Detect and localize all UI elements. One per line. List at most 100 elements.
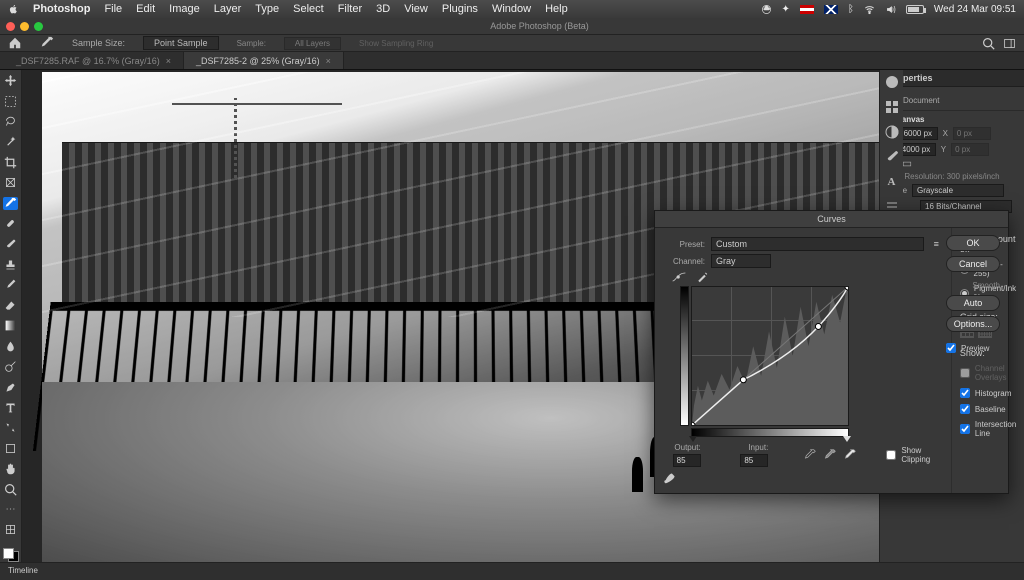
bluetooth-icon[interactable]: ᛒ [848,4,854,15]
curve-point-tool-icon[interactable] [671,271,687,283]
baseline-checkbox[interactable]: Baseline [960,404,1016,414]
black-point-slider[interactable] [689,436,697,442]
close-window-icon[interactable] [6,22,15,31]
menu-filter[interactable]: Filter [338,3,362,15]
history-brush-tool[interactable] [3,278,18,291]
brush-tool[interactable] [3,237,18,250]
close-icon[interactable]: × [166,56,171,66]
sample-size-select[interactable]: Point Sample [143,36,219,50]
glyph-panel-icon[interactable]: A [884,174,900,190]
height-input[interactable] [898,143,936,156]
timeline-panel[interactable]: Timeline [0,562,1024,580]
volume-icon[interactable] [885,4,896,15]
width-input[interactable] [900,127,938,140]
black-eyedropper-icon[interactable] [804,449,816,461]
input-gradient[interactable] [691,428,849,437]
zoom-tool[interactable] [3,482,18,495]
menu-edit[interactable]: Edit [136,3,155,15]
close-icon[interactable]: × [326,56,331,66]
color-panel-icon[interactable] [884,74,900,90]
curve-draw-tool-icon[interactable] [695,271,709,283]
document-row[interactable]: Document [887,95,1017,106]
gradient-tool[interactable] [3,319,18,332]
gray-eyedropper-icon[interactable] [824,449,836,461]
on-image-tool-icon[interactable] [663,471,679,485]
marquee-tool[interactable] [3,94,18,107]
lasso-tool[interactable] [3,115,18,128]
cc-cloud-icon[interactable] [761,4,772,15]
preset-menu-icon[interactable]: ≡ [930,239,943,249]
menu-image[interactable]: Image [169,3,200,15]
tab-doc-1[interactable]: _DSF7285.RAF @ 16.7% (Gray/16)× [4,52,184,69]
zoom-window-icon[interactable] [34,22,43,31]
y-input[interactable] [951,143,989,156]
adjust-panel-icon[interactable] [884,124,900,140]
sample-select[interactable]: All Layers [284,37,341,50]
white-eyedropper-icon[interactable] [844,449,856,461]
menubar-util-icon[interactable]: ✦ [782,4,790,15]
type-tool[interactable] [3,401,18,414]
curve-line[interactable] [692,287,848,425]
menu-view[interactable]: View [404,3,428,15]
channel-overlays-checkbox[interactable]: Channel Overlays [960,364,1016,382]
intersection-checkbox[interactable]: Intersection Line [960,420,1016,438]
orientation-landscape-icon[interactable] [902,159,912,169]
x-input[interactable] [953,127,991,140]
edit-toolbar[interactable] [3,523,18,536]
search-icon[interactable] [982,37,995,50]
workspace-icon[interactable] [1003,37,1016,50]
blur-tool[interactable] [3,339,18,352]
more-tools[interactable]: ⋯ [3,503,18,516]
histogram-checkbox[interactable]: Histogram [960,388,1016,398]
white-point-slider[interactable] [843,436,851,442]
dodge-tool[interactable] [3,360,18,373]
shape-tool[interactable] [3,442,18,455]
pen-tool[interactable] [3,380,18,393]
brush-panel-icon[interactable] [884,149,900,165]
home-icon[interactable] [8,36,22,50]
hand-tool[interactable] [3,462,18,475]
menubar-lang-icon[interactable] [824,5,838,14]
color-swatches[interactable] [3,548,19,562]
minimize-window-icon[interactable] [20,22,29,31]
curves-grid[interactable] [691,286,849,426]
wifi-icon[interactable] [864,4,875,15]
channel-select[interactable]: Gray [711,254,771,268]
eraser-tool[interactable] [3,299,18,312]
apple-icon[interactable] [8,4,19,15]
preset-select[interactable]: Custom [711,237,924,251]
options-button[interactable]: Options... [946,316,1000,332]
clock[interactable]: Wed 24 Mar 09:51 [934,4,1016,15]
show-sampling-ring-checkbox[interactable]: Show Sampling Ring [359,39,433,48]
smooth-button[interactable]: Smooth [946,281,1000,290]
menu-help[interactable]: Help [545,3,568,15]
swatches-panel-icon[interactable] [884,99,900,115]
move-tool[interactable] [3,74,18,87]
eyedropper-tool-icon[interactable] [40,36,54,50]
menu-plugins[interactable]: Plugins [442,3,478,15]
menubar-flag-icon[interactable] [800,5,814,14]
app-name[interactable]: Photoshop [33,3,90,15]
eyedropper-tool[interactable] [3,197,18,210]
preview-checkbox[interactable]: Preview [946,343,1000,353]
input-value[interactable]: 85 [740,454,768,467]
tab-doc-2[interactable]: _DSF7285-2 @ 25% (Gray/16)× [184,52,344,69]
mode-select[interactable]: Grayscale [912,184,1004,197]
battery-icon[interactable] [906,5,924,14]
cancel-button[interactable]: Cancel [946,256,1000,272]
show-clipping-checkbox[interactable]: Show Clipping [886,446,943,464]
menu-type[interactable]: Type [255,3,279,15]
auto-button[interactable]: Auto [946,295,1000,311]
frame-tool[interactable] [3,176,18,189]
crop-tool[interactable] [3,156,18,169]
menu-layer[interactable]: Layer [214,3,242,15]
wand-tool[interactable] [3,135,18,148]
path-tool[interactable] [3,421,18,434]
output-value[interactable]: 85 [673,454,701,467]
menu-select[interactable]: Select [293,3,324,15]
menu-3d[interactable]: 3D [376,3,390,15]
ok-button[interactable]: OK [946,235,1000,251]
menu-file[interactable]: File [104,3,122,15]
menu-window[interactable]: Window [492,3,531,15]
stamp-tool[interactable] [3,258,18,271]
